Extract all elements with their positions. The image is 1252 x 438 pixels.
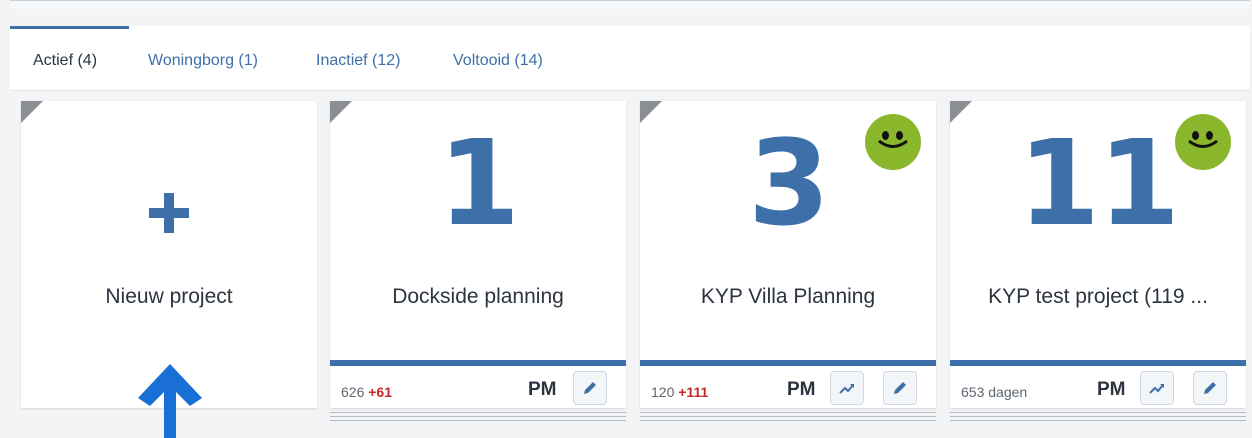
trend-button[interactable] [830,371,864,405]
stack-line [330,412,626,413]
project-stat: 626 +61 [341,384,392,400]
project-number: 11 [1017,114,1180,252]
stack-line [330,416,626,417]
pm-label: PM [528,379,557,400]
project-card[interactable]: 3 KYP Villa Planning 120 +111 PM [640,101,936,408]
stack-line [950,416,1246,417]
stack-line [950,412,1246,413]
top-strip [10,1,1250,9]
project-number: 3 [747,114,830,252]
tab-voltooid[interactable]: Voltooid (14) [453,52,543,70]
edit-button[interactable] [573,371,607,405]
project-title: Dockside planning [392,285,564,308]
tab-actief[interactable]: Actief (4) [33,52,97,70]
progress-bar [640,360,936,366]
tab-woningborg[interactable]: Woningborg (1) [148,52,258,70]
stack-line [640,412,936,413]
new-project-label: Nieuw project [105,285,233,308]
stack-line [330,420,626,421]
trend-icon [1149,384,1164,394]
corner-marker [640,101,662,123]
progress-bar [330,360,626,366]
corner-marker [330,101,352,123]
stack-line [640,420,936,421]
plus-icon [149,193,189,233]
project-card[interactable]: 1 Dockside planning 626 +61 PM [330,101,626,408]
tab-bar: Actief (4) Woningborg (1) Inactief (12) … [10,26,1250,91]
stat-value: 626 [341,384,365,400]
trend-icon [839,384,854,394]
project-number: 1 [437,114,520,252]
pencil-icon [1204,382,1216,394]
stat-delta: +111 [678,384,709,400]
project-stat: 653 dagen [961,384,1027,400]
pm-label: PM [787,379,816,400]
project-title: KYP test project (119 ... [988,285,1208,308]
project-card[interactable]: 11 KYP test project (119 ... 653 dagen P… [950,101,1246,408]
edit-button[interactable] [883,371,917,405]
edit-button[interactable] [1193,371,1227,405]
stat-value: 653 dagen [961,384,1028,400]
stack-line [640,416,936,417]
pencil-icon [584,382,596,394]
project-stat: 120 +111 [651,384,708,400]
stack-line [950,420,1246,421]
pm-label: PM [1097,379,1126,400]
progress-bar [950,360,1246,366]
pencil-icon [894,382,906,394]
up-arrow-icon [138,364,202,438]
stat-value: 120 [651,384,675,400]
tab-inactief[interactable]: Inactief (12) [316,52,400,70]
active-tab-indicator [10,26,129,29]
stat-delta: +61 [368,384,392,400]
project-title: KYP Villa Planning [700,285,876,308]
corner-marker [21,101,43,123]
corner-marker [950,101,972,123]
trend-button[interactable] [1140,371,1174,405]
